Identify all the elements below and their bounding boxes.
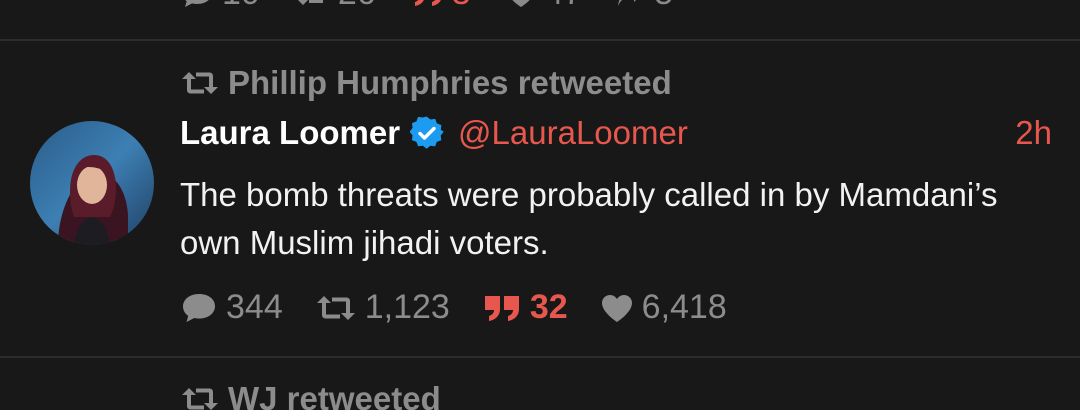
next-retweeted-by-text: WJ retweeted bbox=[228, 380, 441, 410]
retweet-button[interactable]: 1,123 bbox=[315, 288, 450, 327]
heart-icon bbox=[512, 0, 529, 7]
quote-icon bbox=[414, 0, 441, 6]
retweet-attribution[interactable]: Phillip Humphries retweeted bbox=[180, 64, 672, 102]
retweeted-by-text: Phillip Humphries retweeted bbox=[228, 64, 672, 101]
timeline: 10 26 3 47 5 Phillip Humphries retweeted bbox=[0, 0, 1080, 410]
retweet-icon bbox=[182, 72, 218, 94]
share-icon bbox=[618, 0, 636, 6]
retweet-icon bbox=[298, 0, 323, 5]
previous-like-action[interactable]: 47 bbox=[505, 0, 583, 13]
tweet-actions: 344 1,123 32 6,418 bbox=[180, 288, 759, 327]
previous-share-action[interactable]: 5 bbox=[616, 0, 673, 13]
next-retweet-attribution[interactable]: WJ retweeted bbox=[180, 380, 441, 410]
tweet-text: The bomb threats were probably called in… bbox=[180, 176, 998, 261]
like-button[interactable]: 6,418 bbox=[600, 288, 727, 327]
comment-icon bbox=[183, 293, 215, 322]
quote-icon bbox=[484, 295, 519, 321]
previous-tweet-actions: 10 26 3 47 5 bbox=[180, 0, 707, 13]
retweet-count: 1,123 bbox=[364, 288, 450, 326]
divider bbox=[0, 356, 1080, 358]
reply-count: 344 bbox=[226, 288, 283, 326]
quote-button[interactable]: 32 bbox=[482, 288, 568, 327]
previous-quote-count: 3 bbox=[452, 0, 471, 13]
previous-reply-action[interactable]: 10 bbox=[180, 0, 260, 13]
author-line: Laura Loomer @LauraLoomer bbox=[180, 114, 688, 152]
previous-like-count: 47 bbox=[545, 0, 583, 13]
like-count: 6,418 bbox=[641, 288, 727, 326]
previous-reply-count: 10 bbox=[222, 0, 260, 13]
quote-count: 32 bbox=[529, 288, 568, 326]
previous-share-count: 5 bbox=[654, 0, 673, 13]
author-name[interactable]: Laura Loomer bbox=[180, 114, 400, 152]
comment-icon bbox=[185, 0, 209, 7]
profile-photo bbox=[30, 121, 154, 245]
verified-badge-icon bbox=[410, 116, 444, 150]
previous-quote-action[interactable]: 3 bbox=[410, 0, 471, 13]
retweet-icon bbox=[316, 295, 355, 320]
tweet-timestamp[interactable]: 2h bbox=[1015, 114, 1052, 152]
reply-button[interactable]: 344 bbox=[180, 288, 283, 327]
previous-retweet-count: 26 bbox=[338, 0, 376, 13]
author-handle[interactable]: @LauraLoomer bbox=[458, 114, 688, 152]
avatar[interactable] bbox=[30, 121, 154, 245]
heart-icon bbox=[601, 294, 632, 322]
divider bbox=[0, 39, 1080, 41]
retweet-icon bbox=[182, 388, 218, 410]
previous-retweet-action[interactable]: 26 bbox=[294, 0, 376, 13]
